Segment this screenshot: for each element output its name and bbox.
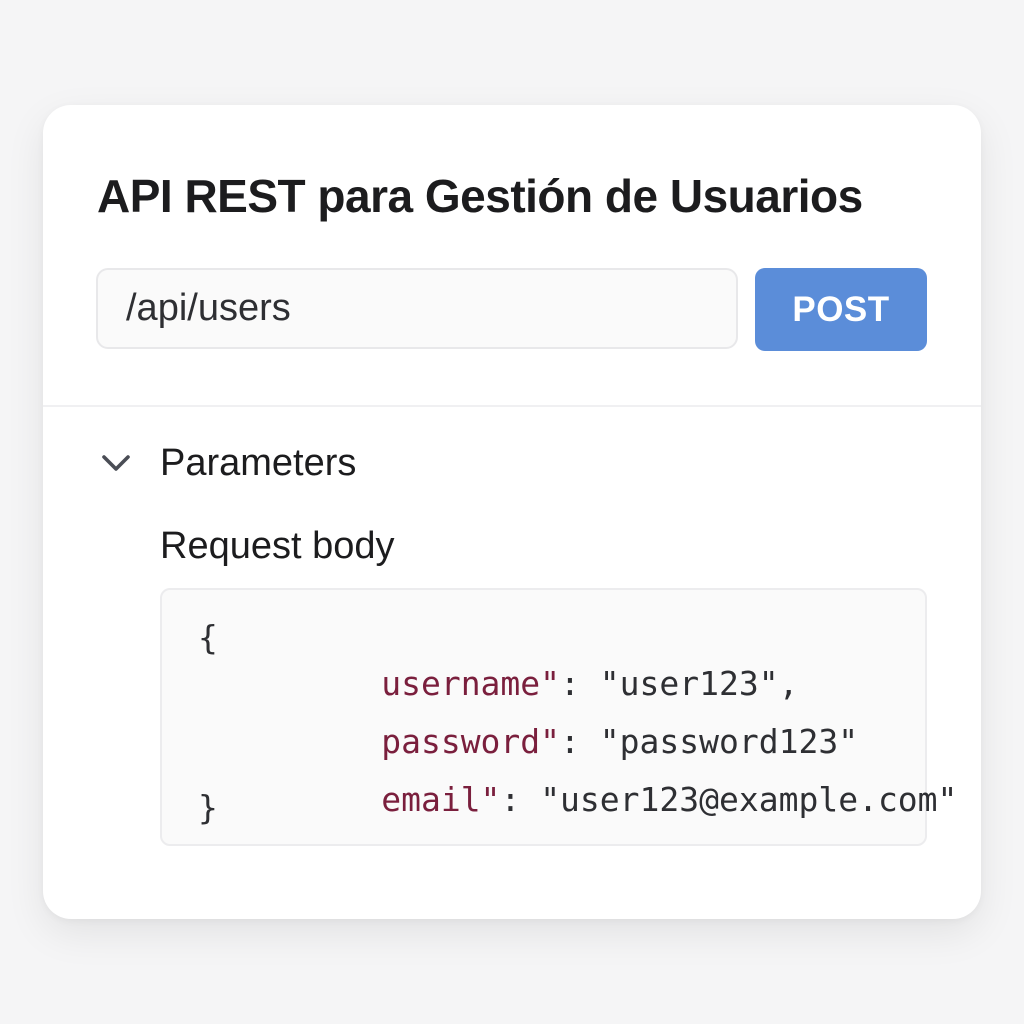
parameters-header: Parameters [160,442,357,484]
section-divider [43,405,981,407]
post-method-button[interactable]: POST [755,268,927,351]
chevron-down-icon[interactable] [99,446,133,480]
page-title: API REST para Gestión de Usuarios [97,170,863,222]
request-body-code-block[interactable]: { username": "user123", password": "pass… [160,588,957,846]
open-brace: { [198,618,218,657]
endpoint-url-input[interactable] [96,268,738,349]
code-key: email" [381,780,501,819]
parameters-toggle[interactable]: Parameters [99,438,499,488]
code-line-email: email": "user123@example.com" [262,740,957,860]
request-body-label: Request body [160,525,395,567]
close-brace: } [198,788,218,827]
code-separator: : [500,780,521,819]
api-endpoint-card: API REST para Gestión de Usuarios POST P… [43,105,981,919]
code-value: "user123@example.com" [540,780,958,819]
